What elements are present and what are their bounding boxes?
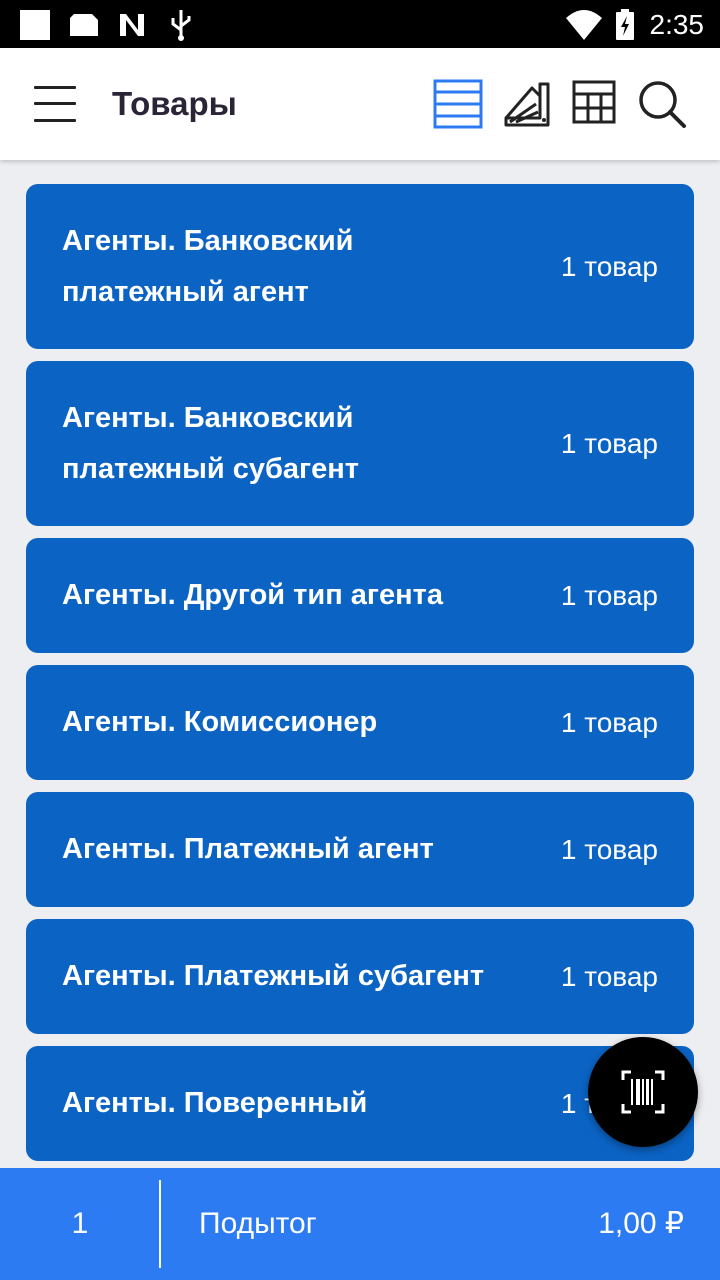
sd-card-icon <box>70 14 98 36</box>
grid-view-icon[interactable] <box>570 78 622 130</box>
battery-charging-icon <box>616 9 634 40</box>
category-item[interactable]: Агенты. Платежный агент 1 товар <box>26 792 694 907</box>
divider <box>159 1180 161 1268</box>
category-list: Агенты. Банковский платежный агент 1 тов… <box>26 184 694 1173</box>
category-item[interactable]: Агенты. Комиссионер 1 товар <box>26 665 694 780</box>
category-title: Агенты. Платежный субагент <box>62 960 485 992</box>
menu-button[interactable] <box>30 82 82 126</box>
category-count: 1 товар <box>560 960 658 992</box>
category-item[interactable]: Агенты. Банковский платежный субагент 1 … <box>26 361 694 526</box>
category-item[interactable]: Агенты. Другой тип агента 1 товар <box>26 538 694 653</box>
notification-square-icon <box>20 10 50 40</box>
category-title: Агенты. Комиссионер <box>62 706 378 738</box>
status-bar: 2:35 <box>0 0 720 48</box>
subtotal-bar[interactable]: 1 Подытог 1,00 ₽ <box>0 1168 720 1280</box>
page-title: Товары <box>112 85 237 122</box>
palette-icon[interactable] <box>502 78 554 130</box>
category-count: 1 товар <box>560 833 658 865</box>
usb-icon <box>171 10 191 41</box>
category-title: Агенты. Другой тип агента <box>62 579 443 611</box>
status-time: 2:35 <box>649 9 705 40</box>
category-title: Агенты. Банковский платежный агент <box>62 224 354 308</box>
item-quantity: 1 <box>71 1207 89 1240</box>
category-count: 1 товар <box>560 706 658 738</box>
wifi-icon <box>566 10 602 40</box>
barcode-scan-button[interactable] <box>588 1037 698 1147</box>
list-view-icon[interactable] <box>432 78 484 130</box>
app-bar: Товары <box>0 48 720 160</box>
category-count: 1 товар <box>560 427 658 459</box>
category-count: 1 товар <box>560 250 658 282</box>
category-item[interactable]: Агенты. Банковский платежный агент 1 тов… <box>26 184 694 349</box>
category-title: Агенты. Поверенный <box>62 1087 368 1119</box>
subtotal-value: 1,00 ₽ <box>598 1207 684 1240</box>
category-item[interactable]: Агенты. Платежный субагент 1 товар <box>26 919 694 1034</box>
n-logo-icon <box>120 14 144 36</box>
subtotal-label: Подытог <box>199 1207 317 1240</box>
search-icon[interactable] <box>636 78 688 130</box>
category-title: Агенты. Платежный агент <box>62 833 434 865</box>
barcode-scan-icon <box>621 1070 665 1114</box>
category-count: 1 товар <box>560 579 658 611</box>
category-title: Агенты. Банковский платежный субагент <box>62 401 359 485</box>
